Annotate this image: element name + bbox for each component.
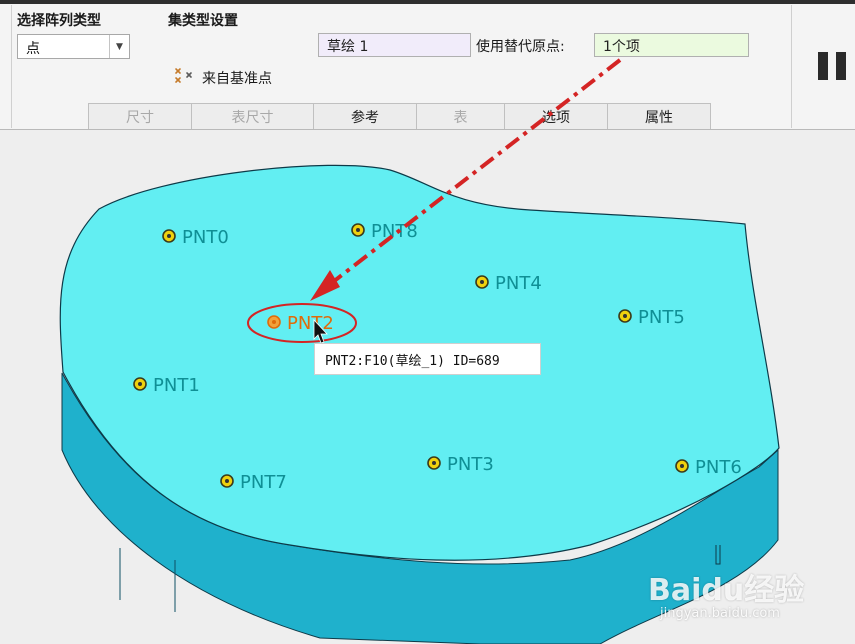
datum-point-label: PNT5 [638,307,685,328]
datum-point-label: PNT6 [695,457,742,478]
watermark-url: jingyan.baidu.com [660,606,780,621]
selection-tooltip: PNT2:F10(草绘_1) ID=689 [314,343,541,375]
model-viewport: PNT0 PNT8PNT4PNT5PNT2PNT1PNT3 PNT6PNT7 [59,58,780,644]
datum-point-label: PNT4 [495,273,542,294]
datum-point-label: PNT7 [240,472,287,493]
datum-point-label: PNT2 [287,313,334,334]
datum-point-label: PNT0 [182,227,229,248]
watermark-logo: Baidu经验 [648,573,805,608]
datum-point-label: PNT1 [153,375,200,396]
part-notch [715,545,721,565]
datum-point-label: PNT3 [447,454,494,475]
